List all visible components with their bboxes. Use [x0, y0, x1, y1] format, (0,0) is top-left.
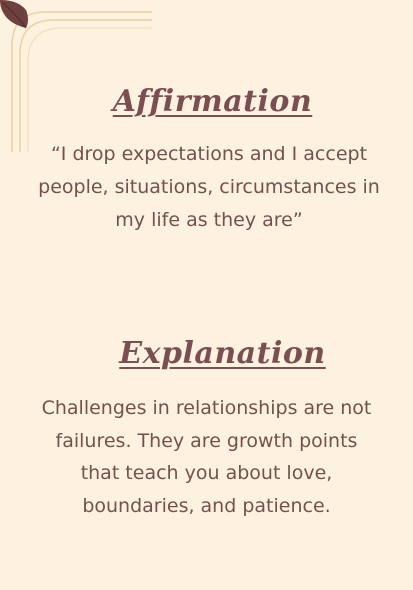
explanation-heading: Explanation: [119, 336, 326, 371]
corner-decoration: [0, 0, 152, 152]
leaf-icon: [0, 0, 28, 29]
affirmation-heading: Affirmation: [112, 84, 313, 119]
explanation-text: Challenges in relationships are not fail…: [41, 397, 372, 517]
affirmation-quote: “I drop expectations and I accept people…: [38, 143, 380, 231]
affirmation-card: Affirmation “I drop expectations and I a…: [0, 0, 413, 590]
deco-frame-line-outer: [11, 11, 152, 152]
